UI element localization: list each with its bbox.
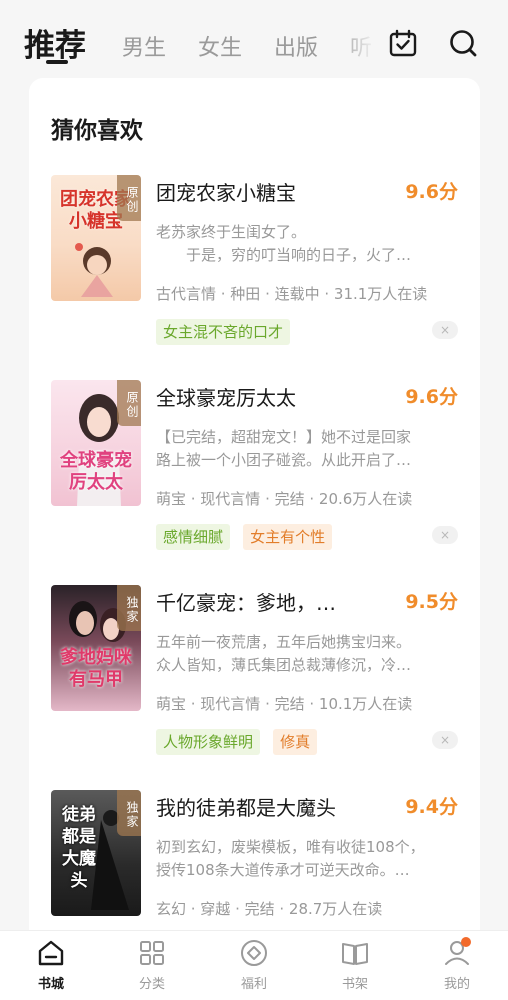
description-line: 老苏家终于生闺女了。: [156, 223, 307, 241]
section-title: 猜你喜欢: [51, 118, 143, 144]
book-meta: 玄幻 · 穿越 · 完结 · 28.7万人在读: [156, 900, 383, 918]
book-cover[interactable]: 爹地妈咪有马甲 独家: [51, 585, 141, 711]
badge-exclusive: 独家: [117, 790, 141, 836]
tab-active-indicator: [46, 60, 68, 64]
book-title[interactable]: 千亿豪宠：爹地，…: [156, 587, 336, 616]
search-icon[interactable]: [448, 28, 478, 58]
calendar-check-icon[interactable]: [388, 28, 418, 58]
tab-fade-overlay: [336, 24, 386, 68]
tag-list: 女主混不吝的口才: [156, 319, 298, 345]
grid-icon: [140, 941, 164, 965]
book-open-icon: [342, 943, 368, 965]
tag[interactable]: 女主混不吝的口才: [156, 319, 291, 345]
book-meta: 萌宝 · 现代言情 · 完结 · 10.1万人在读: [156, 695, 413, 713]
description-line: 授传108条大道传承才可逆天改命。…: [156, 861, 410, 879]
book-meta: 萌宝 · 现代言情 · 完结 · 20.6万人在读: [156, 490, 413, 508]
tag-list: 人物形象鲜明 修真: [156, 729, 325, 755]
book-score: 9.6分: [405, 181, 458, 203]
book-item[interactable]: 爹地妈咪有马甲 独家 千亿豪宠：爹地，… 9.5分 五年前一夜荒唐，五年后她携宝…: [29, 585, 480, 785]
book-meta: 古代言情 · 种田 · 连载中 · 31.1万人在读: [156, 285, 428, 303]
badge-exclusive: 独家: [117, 585, 141, 631]
gift-circle-icon: [241, 940, 267, 966]
notification-dot: [461, 937, 471, 947]
tag[interactable]: 修真: [273, 729, 318, 755]
book-item[interactable]: 团宠农家小糖宝 原创 团宠农家小糖宝 9.6分 老苏家终于生闺女了。 于是，穷的…: [29, 175, 480, 375]
book-cover[interactable]: 徒弟都是大魔头 独家: [51, 790, 141, 916]
book-item[interactable]: 全球豪宠厉太太 原创 全球豪宠厉太太 9.6分 【已完结，超甜宠文！】她不过是回…: [29, 380, 480, 580]
description-line: 初到玄幻，废柴模板，唯有收徒108个，: [156, 838, 425, 856]
nav-bookshelf[interactable]: 书架: [315, 937, 395, 992]
nav-label: 书架: [341, 977, 368, 992]
nav-label: 书城: [37, 977, 64, 992]
dismiss-button[interactable]: ×: [432, 321, 458, 339]
nav-label: 分类: [138, 977, 165, 992]
cover-title: 全球豪宠厉太太: [60, 450, 132, 493]
book-score: 9.5分: [405, 591, 458, 613]
description-line: 路上被一个小团子碰瓷。从此开启了…: [156, 451, 412, 469]
badge-original: 原创: [117, 175, 141, 221]
nav-bookstore[interactable]: 书城: [11, 937, 91, 992]
nav-mine[interactable]: 我的: [417, 937, 497, 992]
description-line: 众人皆知，薄氏集团总裁薄修沉，冷…: [156, 656, 412, 674]
cover-title: 爹地妈咪有马甲: [60, 647, 132, 690]
description-line: 五年前一夜荒唐，五年后她携宝归来。: [156, 633, 412, 651]
book-score: 9.6分: [405, 386, 458, 408]
book-title[interactable]: 我的徒弟都是大魔头: [156, 792, 336, 821]
tab-recommend[interactable]: 推荐: [24, 20, 86, 65]
book-title[interactable]: 全球豪宠厉太太: [156, 382, 296, 411]
cover-title: 徒弟都是大魔头: [62, 805, 96, 891]
tag[interactable]: 人物形象鲜明: [156, 729, 261, 755]
nav-welfare[interactable]: 福利: [214, 937, 294, 992]
nav-category[interactable]: 分类: [112, 937, 192, 992]
book-description: 五年前一夜荒唐，五年后她携宝归来。 众人皆知，薄氏集团总裁薄修沉，冷…: [156, 631, 454, 677]
top-nav: 推荐 男生 女生 出版 听: [0, 0, 508, 76]
tab-female[interactable]: 女生: [198, 30, 242, 62]
dismiss-button[interactable]: ×: [432, 731, 458, 749]
book-title[interactable]: 团宠农家小糖宝: [156, 177, 296, 206]
book-description: 初到玄幻，废柴模板，唯有收徒108个， 授传108条大道传承才可逆天改命。…: [156, 836, 454, 882]
description-line: 于是，穷的叮当响的日子，火了…: [156, 246, 412, 264]
nav-label: 福利: [240, 977, 267, 992]
tag[interactable]: 感情细腻: [156, 524, 231, 550]
nav-label: 我的: [443, 977, 470, 992]
badge-original: 原创: [117, 380, 141, 426]
book-cover[interactable]: 全球豪宠厉太太 原创: [51, 380, 141, 506]
description-line: 【已完结，超甜宠文！】她不过是回家: [156, 428, 412, 446]
recommend-card: 猜你喜欢 团宠农家小糖宝 原创 团宠农家小糖宝 9.6分 老苏家终于生闺女了。 …: [29, 78, 480, 958]
tab-publish[interactable]: 出版: [274, 30, 318, 62]
book-description: 【已完结，超甜宠文！】她不过是回家 路上被一个小团子碰瓷。从此开启了…: [156, 426, 454, 472]
tag[interactable]: 女主有个性: [243, 524, 333, 550]
book-cover[interactable]: 团宠农家小糖宝 原创: [51, 175, 141, 301]
tag-list: 感情细腻 女主有个性: [156, 524, 340, 550]
book-score: 9.4分: [405, 796, 458, 818]
dismiss-button[interactable]: ×: [432, 526, 458, 544]
book-description: 老苏家终于生闺女了。 于是，穷的叮当响的日子，火了…: [156, 221, 454, 267]
bottom-nav: 书城 分类 福利 书架 我的: [0, 930, 508, 1000]
home-icon: [38, 940, 64, 966]
tab-male[interactable]: 男生: [122, 30, 166, 62]
